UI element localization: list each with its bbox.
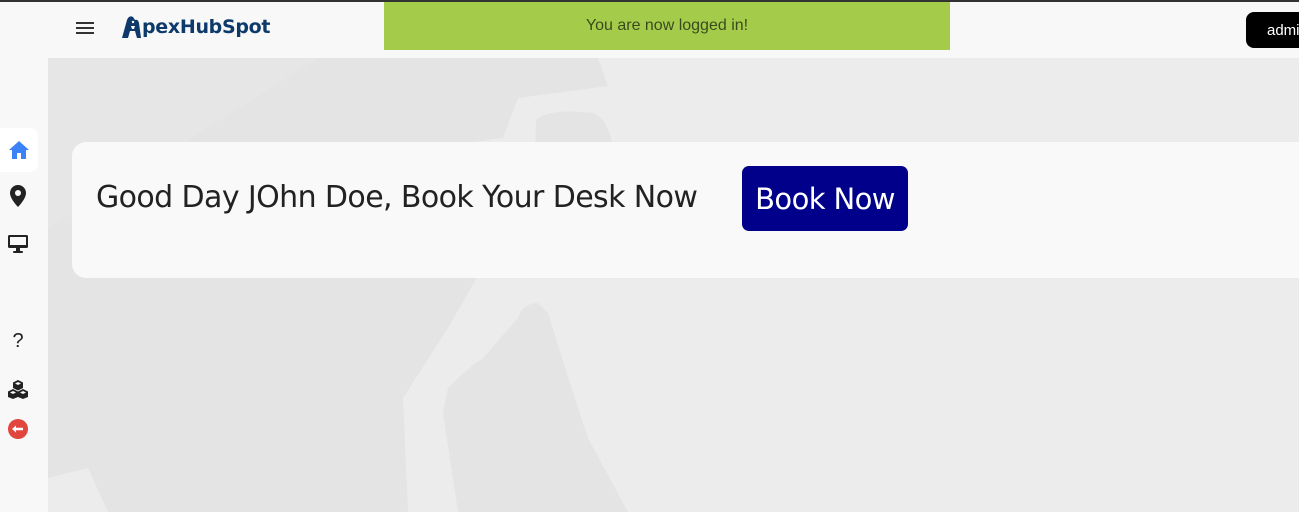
sidebar-item-resources[interactable] [4, 375, 32, 403]
map-pin-icon [10, 185, 26, 207]
sidebar-item-location[interactable] [4, 182, 32, 210]
sidebar-item-help[interactable]: ? [4, 327, 32, 355]
login-success-banner: You are now logged in! [384, 2, 950, 50]
greeting-text: Good Day JOhn Doe, Book Your Desk Now [96, 180, 698, 215]
background-map-graphic [48, 58, 628, 512]
logout-icon [8, 419, 28, 439]
hamburger-icon[interactable] [74, 19, 96, 41]
user-menu-button[interactable]: admin [1246, 12, 1299, 48]
cubes-icon [8, 380, 28, 399]
app-logo[interactable]: pexHubSpot [120, 12, 271, 42]
welcome-card: Good Day JOhn Doe, Book Your Desk Now Bo… [72, 142, 1299, 278]
question-icon: ? [12, 329, 24, 352]
logo-text: pexHubSpot [142, 16, 271, 38]
main-content: Good Day JOhn Doe, Book Your Desk Now Bo… [48, 58, 1299, 512]
monitor-icon [8, 235, 28, 253]
sidebar-item-desk[interactable] [4, 230, 32, 258]
sidebar-item-logout[interactable] [4, 415, 32, 443]
home-icon [9, 141, 29, 159]
sidebar: ? [0, 58, 48, 512]
book-now-button[interactable]: Book Now [742, 166, 908, 231]
gorilla-logo-icon [122, 16, 141, 38]
sidebar-item-home[interactable] [0, 128, 38, 172]
